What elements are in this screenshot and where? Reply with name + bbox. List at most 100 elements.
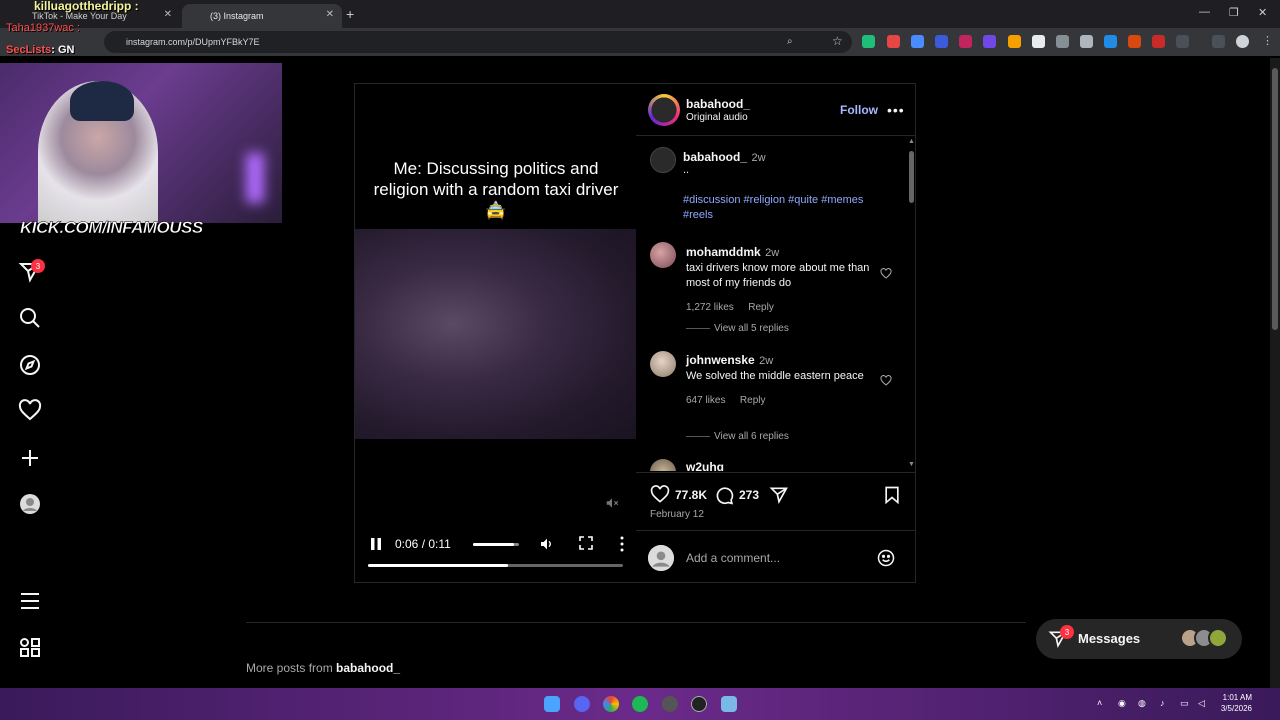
reply-button[interactable]: Reply: [748, 302, 774, 313]
sidebar-search[interactable]: [18, 306, 42, 330]
extension-icon[interactable]: [1032, 35, 1045, 48]
close-window-icon[interactable]: ✕: [1258, 6, 1267, 19]
like-count[interactable]: 77.8K: [675, 488, 707, 502]
comment-avatar[interactable]: [650, 242, 676, 268]
view-replies-button[interactable]: View all 5 replies: [686, 323, 789, 334]
extension-icon[interactable]: [911, 35, 924, 48]
volume-slider[interactable]: [473, 543, 519, 546]
tray-icon[interactable]: ◉: [1118, 698, 1129, 709]
caption-hashtags[interactable]: #discussion #religion #quite #memes #ree…: [683, 193, 893, 223]
post-modal: Me: Discussing politics and religion wit…: [354, 83, 916, 583]
page-scroll-thumb[interactable]: [1272, 68, 1278, 330]
obs-icon[interactable]: [662, 696, 678, 712]
url-input[interactable]: instagram.com/p/DUpmYFBkY7E: [104, 31, 852, 53]
extension-icon[interactable]: [1128, 35, 1141, 48]
caption-user[interactable]: babahood_: [683, 150, 747, 164]
kick-banner: KICK.COM/INFAMOUSS: [20, 218, 204, 238]
author-name[interactable]: babahood_: [686, 97, 750, 111]
comment-likes[interactable]: 1,272 likes: [686, 302, 734, 313]
messages-button[interactable]: 3 Messages: [1036, 619, 1242, 659]
like-icon[interactable]: [650, 485, 670, 505]
comment-user[interactable]: mohamddmk: [686, 245, 761, 259]
comment-avatar[interactable]: [650, 351, 676, 377]
discord-icon[interactable]: [574, 696, 590, 712]
bookmark-star-icon[interactable]: ☆: [832, 34, 843, 48]
app-icon[interactable]: [721, 696, 737, 712]
comment-likes[interactable]: 647 likes: [686, 395, 725, 406]
view-replies-button[interactable]: View all 6 replies: [686, 431, 789, 442]
extension-icon[interactable]: [1008, 35, 1021, 48]
extension-icon[interactable]: [1080, 35, 1093, 48]
sidebar-explore[interactable]: [18, 353, 42, 377]
new-tab-button[interactable]: +: [346, 6, 354, 22]
extension-icon[interactable]: [1056, 35, 1069, 48]
extension-icon[interactable]: [887, 35, 900, 48]
comment-input[interactable]: Add a comment...: [686, 551, 780, 565]
extension-icon[interactable]: [983, 35, 996, 48]
comments-scroll-thumb[interactable]: [909, 151, 914, 203]
more-options-icon[interactable]: •••: [887, 102, 905, 118]
maximize-icon[interactable]: ❐: [1229, 6, 1239, 19]
emoji-icon[interactable]: [876, 548, 896, 568]
tray-discord-icon[interactable]: ◍: [1138, 698, 1149, 709]
caption-time: 2w: [751, 152, 766, 164]
share-icon[interactable]: [769, 485, 789, 505]
streamer-cap: [70, 81, 134, 121]
comment-icon[interactable]: [714, 485, 734, 505]
tab-instagram[interactable]: (3) Instagram ✕: [182, 4, 342, 28]
volume-icon[interactable]: [539, 536, 555, 552]
extension-icon[interactable]: [862, 35, 875, 48]
sidebar-create[interactable]: [18, 446, 42, 470]
pause-icon[interactable]: [369, 537, 383, 551]
sidebar-more[interactable]: [18, 589, 42, 613]
save-bookmark-icon[interactable]: [882, 485, 902, 505]
comments-scrollbar[interactable]: ▲ ▼: [907, 137, 915, 471]
extensions-menu-icon[interactable]: [1176, 35, 1189, 48]
like-comment-icon[interactable]: [880, 375, 892, 387]
comment-user[interactable]: johnwenske: [686, 353, 755, 367]
speaker-icon[interactable]: ◁: [1198, 698, 1209, 709]
chrome-icon[interactable]: [603, 696, 619, 712]
scroll-up-icon[interactable]: ▲: [908, 138, 915, 145]
more-posts-user[interactable]: babahood_: [336, 661, 400, 675]
fullscreen-icon[interactable]: [579, 536, 593, 550]
sidebar-also-from-meta[interactable]: [18, 636, 42, 660]
profile-avatar[interactable]: [1236, 35, 1249, 48]
browser-menu-icon[interactable]: ⋮: [1262, 34, 1273, 47]
video-progress-bar[interactable]: [368, 564, 623, 567]
close-tab-icon[interactable]: ✕: [326, 9, 334, 20]
video-frame: [355, 229, 636, 439]
app-icon[interactable]: [691, 696, 707, 712]
extension-icon[interactable]: [935, 35, 948, 48]
author-avatar[interactable]: [648, 94, 680, 126]
current-user-avatar: [648, 545, 674, 571]
more-options-icon[interactable]: [619, 536, 625, 552]
sidebar-notifications-heart[interactable]: [18, 399, 42, 423]
sidebar-toggle-icon[interactable]: [1212, 35, 1225, 48]
clock[interactable]: 1:01 AM 3/5/2026: [1212, 692, 1252, 714]
search-icon: [20, 308, 40, 328]
scroll-down-icon[interactable]: ▼: [908, 461, 915, 468]
browser-tab-bar: TikTok - Make Your Day ✕ (3) Instagram ✕…: [0, 0, 1280, 28]
start-icon[interactable]: [544, 696, 560, 712]
like-comment-icon[interactable]: [880, 268, 892, 280]
minimize-icon[interactable]: —: [1199, 6, 1210, 18]
network-icon[interactable]: ▭: [1180, 698, 1191, 709]
follow-button[interactable]: Follow: [840, 103, 878, 117]
page-scrollbar[interactable]: [1270, 58, 1280, 688]
zoom-icon[interactable]: ⌕: [787, 36, 793, 47]
caption-avatar[interactable]: [650, 147, 676, 173]
extension-icon[interactable]: [1152, 35, 1165, 48]
reel-video[interactable]: Me: Discussing politics and religion wit…: [355, 84, 636, 582]
extension-icon[interactable]: [1104, 35, 1117, 48]
comment-avatar[interactable]: [650, 459, 676, 471]
reply-button[interactable]: Reply: [740, 395, 766, 406]
microphone-icon[interactable]: ♪: [1160, 698, 1171, 709]
audio-label[interactable]: Original audio: [686, 112, 748, 123]
comment-user[interactable]: w2uhq: [686, 460, 724, 471]
spotify-icon[interactable]: [632, 696, 648, 712]
extension-icon[interactable]: [959, 35, 972, 48]
close-tab-icon[interactable]: ✕: [164, 9, 172, 20]
tray-chevron-icon[interactable]: ˄: [1097, 698, 1108, 709]
sidebar-profile[interactable]: [18, 492, 42, 516]
